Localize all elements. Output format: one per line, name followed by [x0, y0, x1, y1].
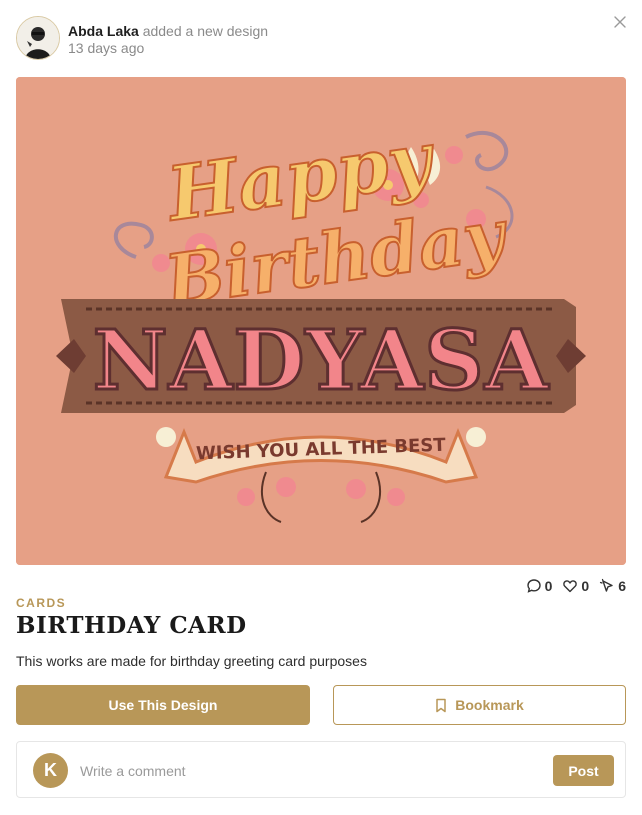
bookmark-label: Bookmark — [455, 697, 524, 713]
view-count: 6 — [599, 578, 626, 594]
post-header: Abda Laka added a new design 13 days ago — [16, 16, 626, 62]
post-action-text: added a new design — [142, 23, 269, 39]
design-title: BIRTHDAY CARD — [16, 612, 247, 639]
use-this-design-button[interactable]: Use This Design — [16, 685, 310, 725]
author-avatar[interactable] — [16, 16, 60, 60]
comment-input[interactable] — [78, 756, 542, 786]
card-name-text: NADYASA — [93, 313, 550, 409]
design-category[interactable]: CARDS — [16, 596, 66, 610]
comment-composer: K Post — [16, 741, 626, 798]
author-name[interactable]: Abda Laka — [68, 23, 139, 39]
design-preview[interactable]: Happy Birthday NADYASA WISH YOU ALL THE … — [16, 77, 626, 565]
comment-count[interactable]: 0 — [526, 578, 553, 594]
author-line: Abda Laka added a new design — [68, 23, 268, 40]
like-count[interactable]: 0 — [562, 578, 589, 594]
author-avatar-photo — [17, 17, 59, 59]
post-comment-button[interactable]: Post — [553, 755, 614, 786]
close-button[interactable] — [612, 14, 628, 30]
design-description: This works are made for birthday greetin… — [16, 653, 367, 669]
bookmark-button[interactable]: Bookmark — [333, 685, 626, 725]
use-this-design-label: Use This Design — [108, 697, 218, 713]
design-stats: 0 0 6 — [526, 578, 626, 594]
comment-icon — [526, 579, 541, 593]
like-count-value: 0 — [581, 578, 590, 594]
close-icon — [614, 16, 626, 28]
birthday-card-artwork: Happy Birthday NADYASA WISH YOU ALL THE … — [16, 77, 626, 565]
current-user-avatar: K — [33, 753, 68, 788]
cursor-click-icon — [600, 578, 613, 592]
post-timestamp: 13 days ago — [68, 40, 145, 56]
heart-icon — [563, 580, 578, 593]
view-count-value: 6 — [618, 578, 626, 594]
bookmark-icon — [436, 698, 447, 712]
comment-count-value: 0 — [544, 578, 553, 594]
